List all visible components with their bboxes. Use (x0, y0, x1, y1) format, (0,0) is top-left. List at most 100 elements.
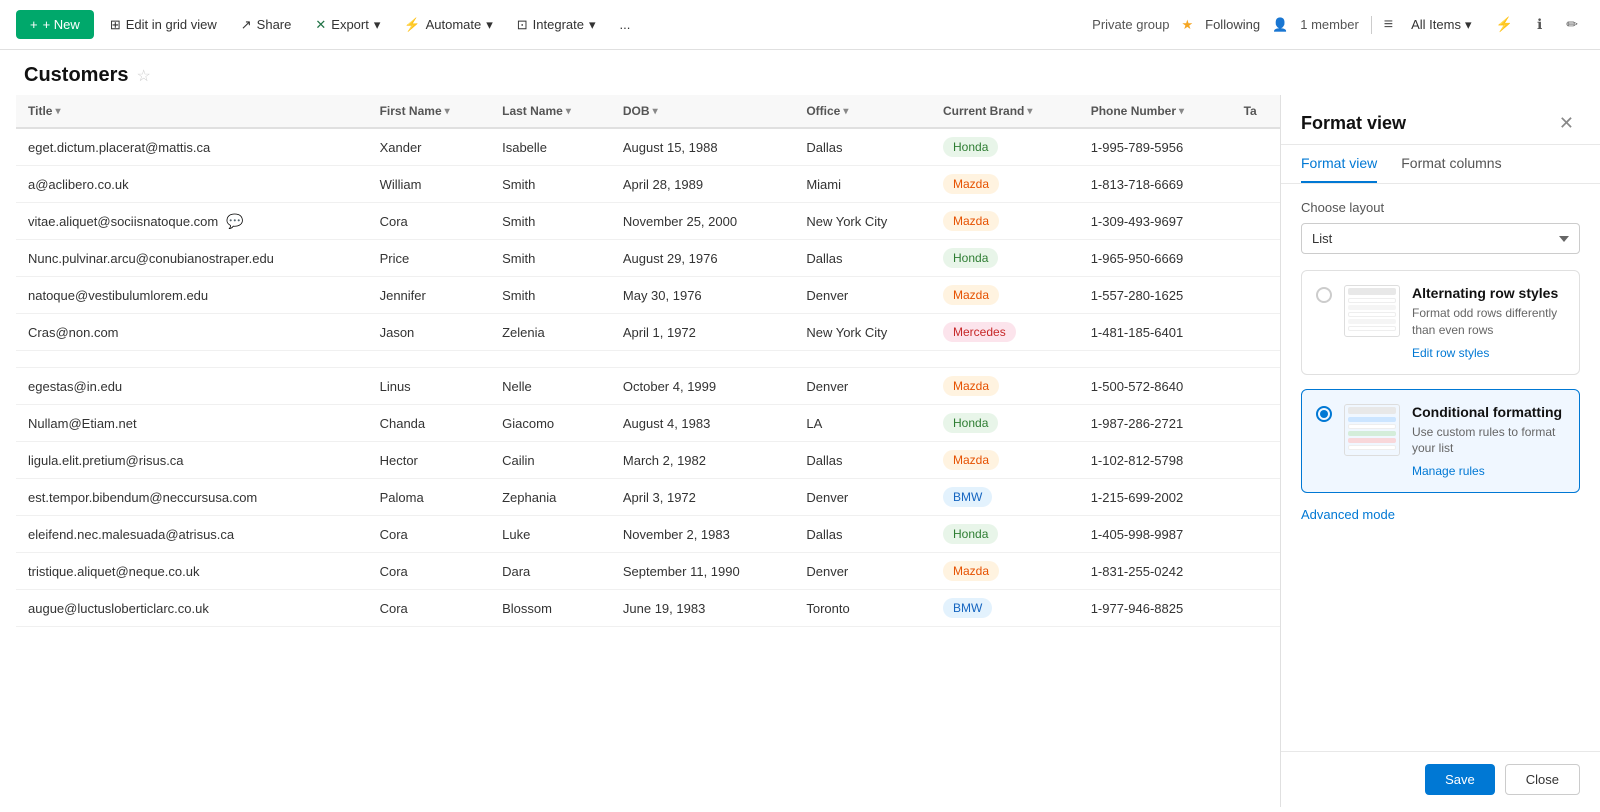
more-button[interactable]: ... (612, 12, 639, 37)
save-button[interactable]: Save (1425, 764, 1495, 795)
col-header-ta[interactable]: Ta (1232, 95, 1280, 128)
table-row[interactable]: Cras@non.comJasonZeleniaApril 1, 1972New… (16, 314, 1280, 351)
table-row[interactable] (16, 351, 1280, 368)
table-row[interactable]: est.tempor.bibendum@neccursusa.comPaloma… (16, 479, 1280, 516)
alternating-title: Alternating row styles (1412, 285, 1565, 301)
col-header-dob[interactable]: DOB ▾ (611, 95, 794, 128)
cell-phone: 1-405-998-9987 (1079, 516, 1232, 553)
cell-brand: Honda (931, 240, 1079, 277)
divider (1371, 16, 1372, 34)
edit-row-styles-link[interactable]: Edit row styles (1412, 346, 1489, 360)
following-button[interactable]: Following (1205, 17, 1260, 32)
edit-grid-button[interactable]: ⊞ Edit in grid view (102, 12, 225, 38)
cell-firstname: Linus (368, 368, 491, 405)
brand-badge: Honda (943, 413, 998, 433)
cell-dob: April 1, 1972 (611, 314, 794, 351)
favorite-star-icon[interactable]: ☆ (136, 66, 150, 86)
cell-phone: 1-977-946-8825 (1079, 590, 1232, 627)
cell-office: Dallas (794, 442, 931, 479)
cell-dob: May 30, 1976 (611, 277, 794, 314)
col-header-office[interactable]: Office ▾ (794, 95, 931, 128)
cell-title: eget.dictum.placerat@mattis.ca (16, 128, 368, 166)
cell-lastname: Smith (490, 166, 611, 203)
format-panel-close-button[interactable]: ✕ (1553, 111, 1580, 136)
member-icon: 👤 (1272, 17, 1288, 33)
new-button[interactable]: + + New (16, 10, 94, 39)
table-row[interactable]: tristique.aliquet@neque.co.ukCoraDaraSep… (16, 553, 1280, 590)
grid-icon: ⊞ (110, 17, 121, 33)
cell-firstname: William (368, 166, 491, 203)
cell-phone (1079, 351, 1232, 368)
table-area[interactable]: Title ▾ First Name ▾ Last Name ▾ (0, 95, 1280, 807)
firstname-sort-icon: ▾ (445, 106, 450, 117)
layout-select[interactable]: List (1301, 223, 1580, 254)
cell-phone: 1-481-185-6401 (1079, 314, 1232, 351)
alternating-preview (1344, 285, 1400, 337)
integrate-chevron-icon: ▾ (589, 17, 596, 33)
cell-dob: April 3, 1972 (611, 479, 794, 516)
cell-brand (931, 351, 1079, 368)
conditional-info: Conditional formatting Use custom rules … (1412, 404, 1565, 479)
cell-ta (1232, 351, 1280, 368)
table-row[interactable]: augue@luctusloberticlarc.co.ukCoraBlosso… (16, 590, 1280, 627)
brand-badge: Honda (943, 248, 998, 268)
col-header-brand[interactable]: Current Brand ▾ (931, 95, 1079, 128)
share-button[interactable]: ↗ Share (233, 12, 300, 38)
cell-title: eleifend.nec.malesuada@atrisus.ca (16, 516, 368, 553)
table-row[interactable]: vitae.aliquet@sociisnatoque.com💬CoraSmit… (16, 203, 1280, 240)
cell-lastname: Zelenia (490, 314, 611, 351)
col-header-phone[interactable]: Phone Number ▾ (1079, 95, 1232, 128)
col-header-title[interactable]: Title ▾ (16, 95, 368, 128)
alternating-row-card[interactable]: Alternating row styles Format odd rows d… (1301, 270, 1580, 375)
cell-office: Denver (794, 479, 931, 516)
automate-button[interactable]: ⚡ Automate ▾ (396, 12, 500, 38)
tab-format-columns[interactable]: Format columns (1401, 145, 1501, 183)
table-row[interactable]: Nullam@Etiam.netChandaGiacomoAugust 4, 1… (16, 405, 1280, 442)
advanced-mode-link[interactable]: Advanced mode (1301, 507, 1395, 522)
col-header-firstname[interactable]: First Name ▾ (368, 95, 491, 128)
conditional-formatting-card[interactable]: Conditional formatting Use custom rules … (1301, 389, 1580, 494)
cell-ta (1232, 277, 1280, 314)
cell-title (16, 351, 368, 368)
conditional-radio[interactable] (1316, 406, 1332, 422)
table-row[interactable]: a@aclibero.co.ukWilliamSmithApril 28, 19… (16, 166, 1280, 203)
export-button[interactable]: ✕ Export ▾ (307, 12, 388, 38)
cell-lastname: Smith (490, 203, 611, 240)
table-row[interactable]: eleifend.nec.malesuada@atrisus.caCoraLuk… (16, 516, 1280, 553)
close-button[interactable]: Close (1505, 764, 1580, 795)
all-items-button[interactable]: All Items ▾ (1405, 13, 1477, 37)
cell-brand: Mazda (931, 277, 1079, 314)
title-sort-icon: ▾ (55, 106, 60, 117)
alternating-info: Alternating row styles Format odd rows d… (1412, 285, 1565, 360)
table-row[interactable]: Nunc.pulvinar.arcu@conubianostraper.eduP… (16, 240, 1280, 277)
table-row[interactable]: egestas@in.eduLinusNelleOctober 4, 1999D… (16, 368, 1280, 405)
cell-brand: Mazda (931, 166, 1079, 203)
info-icon[interactable]: ℹ (1531, 12, 1548, 37)
cell-firstname: Xander (368, 128, 491, 166)
cell-dob: August 15, 1988 (611, 128, 794, 166)
alternating-radio[interactable] (1316, 287, 1332, 303)
alternating-desc: Format odd rows differently than even ro… (1412, 305, 1565, 339)
brand-badge: Mazda (943, 211, 999, 231)
integrate-button[interactable]: ⊡ Integrate ▾ (509, 12, 604, 38)
cell-phone: 1-309-493-9697 (1079, 203, 1232, 240)
cell-brand: BMW (931, 590, 1079, 627)
col-header-lastname[interactable]: Last Name ▾ (490, 95, 611, 128)
edit-icon[interactable]: ✏ (1560, 12, 1584, 37)
manage-rules-link[interactable]: Manage rules (1412, 464, 1485, 478)
cell-phone: 1-813-718-6669 (1079, 166, 1232, 203)
lastname-sort-icon: ▾ (566, 106, 571, 117)
brand-badge: BMW (943, 487, 992, 507)
cell-phone: 1-102-812-5798 (1079, 442, 1232, 479)
cell-office: New York City (794, 203, 931, 240)
cell-lastname: Luke (490, 516, 611, 553)
tab-format-view[interactable]: Format view (1301, 145, 1377, 183)
cell-brand: Honda (931, 405, 1079, 442)
filter-icon[interactable]: ⚡ (1490, 12, 1519, 37)
excel-icon: ✕ (315, 17, 326, 33)
cell-lastname (490, 351, 611, 368)
menu-lines-icon: ≡ (1384, 16, 1393, 34)
table-row[interactable]: natoque@vestibulumlorem.eduJenniferSmith… (16, 277, 1280, 314)
table-row[interactable]: ligula.elit.pretium@risus.caHectorCailin… (16, 442, 1280, 479)
table-row[interactable]: eget.dictum.placerat@mattis.caXanderIsab… (16, 128, 1280, 166)
